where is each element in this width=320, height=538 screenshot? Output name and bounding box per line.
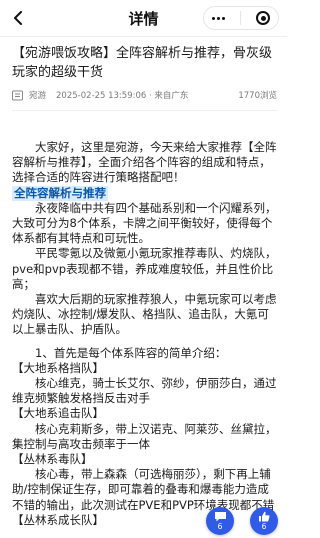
paragraph: 核心毒，带上森森（可选梅丽莎），剩下再上辅助/控制保证生存，即可靠着的叠毒和爆毒… (12, 467, 275, 512)
like-count: 6 (261, 522, 267, 531)
author-name[interactable]: 宛游 (29, 89, 46, 101)
more-dots-icon[interactable] (212, 16, 225, 20)
paragraph: 1、首先是每个体系阵容的简单介绍： (35, 345, 227, 360)
target-close-icon[interactable] (256, 11, 270, 25)
subheading: 【大地系格挡队】 (12, 360, 104, 375)
view-count: 1770浏览 (238, 91, 277, 101)
top-bar: 详情 (0, 0, 287, 37)
article-meta: 宛游 2025-02-25 13:59:06 · 来自广东 1770浏览 (12, 88, 277, 102)
paragraph: 大家好，这里是宛游，今天来给大家推荐【全阵容解析与推荐】，全面介绍各个阵容的组成… (12, 140, 277, 185)
comment-icon (214, 512, 226, 522)
paragraph: 核心维克，骑士长艾尔、弥纱，伊丽莎白，通过维克频繁触发格挡反击对手 (12, 376, 277, 406)
subheading: 【丛林系成长队】 (12, 512, 104, 527)
capsule-divider (240, 11, 241, 25)
miniprogram-capsule (203, 6, 279, 30)
comment-button[interactable]: 6 (206, 507, 234, 535)
subheading: 【丛林系毒队】 (12, 452, 93, 467)
comment-count: 6 (217, 522, 223, 531)
publish-datetime: 2025-02-25 13:59:06 · 来自广东 (56, 91, 189, 101)
section-heading: 全阵容解析与推荐 (12, 185, 108, 201)
article-title: 【宛游喂饭攻略】全阵容解析与推荐，骨灰级玩家的超级干货 (12, 46, 273, 80)
paragraph: 核心克莉斯多，带上汉诺克、阿莱莎、丝黛拉，集控制与高攻击频率于一体 (12, 421, 277, 451)
paragraph: 永夜降临中共有四个基础系别和一个闪耀系列，大致可分为8个体系，卡牌之间平衡较好，… (12, 200, 277, 246)
paragraph: 平民零氪以及微氪小氪玩家推荐毒队、灼烧队，pve和pvp表现都不错，养成难度较低… (12, 246, 277, 291)
author-list-icon (12, 90, 23, 100)
subheading: 【大地系追击队】 (12, 406, 104, 421)
thumbs-up-icon (259, 511, 270, 522)
article-body: 大家好，这里是宛游，今天来给大家推荐【全阵容解析与推荐】，全面介绍各个阵容的组成… (12, 140, 277, 528)
divider (12, 110, 277, 111)
like-button[interactable]: 6 (250, 507, 278, 535)
paragraph: 喜欢大后期的玩家推荐狼人，中氪玩家可以考虑灼烧队、冰控制/爆发队、格挡队、追击队… (12, 292, 277, 337)
